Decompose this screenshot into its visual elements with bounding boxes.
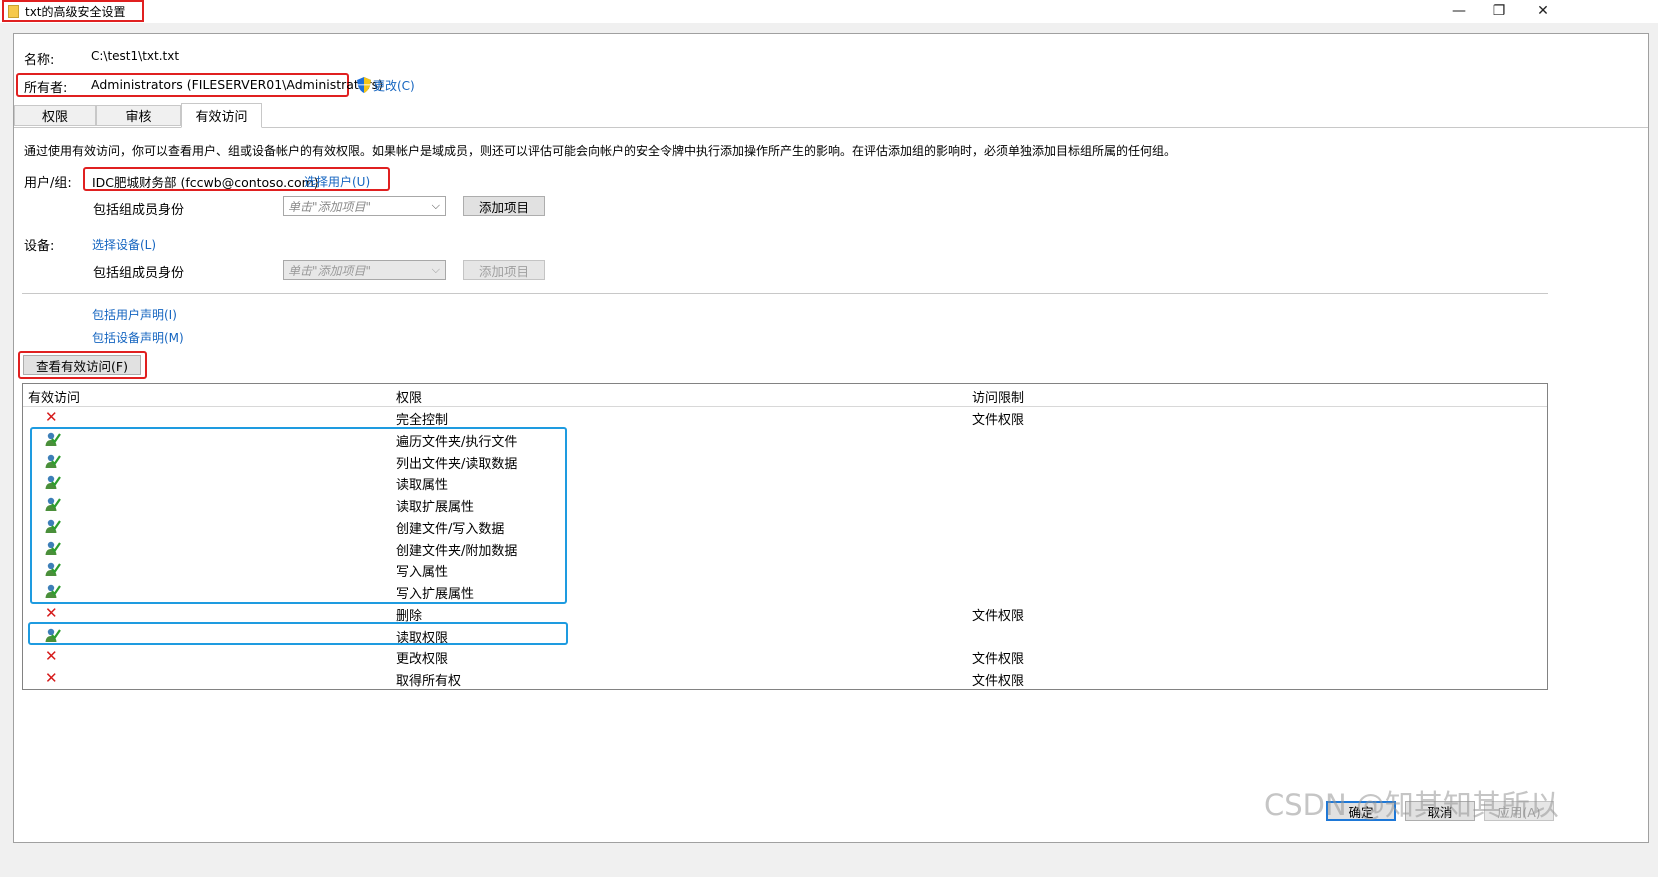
device-group-combo: 单击"添加项目" ⌵ [283, 260, 446, 280]
user-include-group-label: 包括组成员身份 [93, 203, 185, 218]
user-group-value: IDC肥城财务部 (fccwb@contoso.com) [92, 175, 319, 190]
name-label: 名称: [24, 53, 55, 68]
window-title-text: txt的高级安全设置 [25, 4, 126, 19]
permission-cell: 删除 [396, 608, 423, 624]
header-permission[interactable]: 权限 [396, 387, 422, 406]
user-add-item-button[interactable]: 添加项目 [463, 196, 545, 216]
close-button[interactable]: ✕ [1521, 0, 1565, 22]
device-add-item-button: 添加项目 [463, 260, 545, 280]
permission-cell: 取得所有权 [396, 674, 462, 689]
access-limit-cell: 文件权限 [972, 608, 1025, 624]
tab-bar: 权限 审核 有效访问 [14, 103, 1648, 128]
tab-effective-access[interactable]: 有效访问 [181, 103, 262, 128]
minimize-button[interactable]: — [1437, 0, 1481, 22]
folder-icon [8, 4, 19, 18]
watermark: CSDN @知其知其所以 [1264, 788, 1559, 822]
include-device-claim-link[interactable]: 包括设备声明(M) [92, 329, 184, 346]
header-access-limit[interactable]: 访问限制 [972, 387, 1024, 406]
table-row: ✕ 取得所有权 文件权限 [23, 668, 1547, 689]
chevron-down-icon: ⌵ [431, 263, 440, 276]
user-group-label: 用户/组: [24, 176, 72, 191]
red-x-icon: ✕ [45, 669, 58, 687]
permission-cell: 更改权限 [396, 652, 449, 668]
user-combo-placeholder: 单击"添加项目" [288, 199, 372, 214]
owner-label: 所有者: [24, 81, 68, 96]
red-x-icon: ✕ [45, 603, 58, 622]
window-title: txt的高级安全设置 [2, 0, 144, 22]
owner-value: Administrators (FILESERVER01\Administrat… [91, 77, 383, 92]
device-label: 设备: [24, 239, 55, 254]
table-row: ✕ 更改权限 文件权限 [23, 646, 1547, 667]
table-row: ✕ 完全控制 文件权限 [23, 407, 1547, 428]
change-owner-link[interactable]: 更改(C) [373, 77, 415, 94]
header-effective-access[interactable]: 有效访问 [28, 387, 80, 406]
red-x-icon: ✕ [45, 408, 58, 426]
user-group-combo[interactable]: 单击"添加项目" ⌵ [283, 196, 446, 216]
restore-button[interactable]: ❐ [1477, 0, 1521, 22]
read-permission-highlight [28, 622, 568, 645]
name-value: C:\test1\txt.txt [91, 49, 180, 63]
device-combo-placeholder: 单击"添加项目" [288, 263, 372, 278]
tab-auditing[interactable]: 审核 [96, 105, 181, 126]
include-user-claim-link[interactable]: 包括用户声明(I) [92, 306, 177, 323]
select-user-link[interactable]: 选择用户(U) [304, 173, 370, 190]
uac-shield-icon [357, 77, 371, 97]
tab-permissions[interactable]: 权限 [14, 105, 96, 126]
view-effective-access-button[interactable]: 查看有效访问(F) [23, 355, 141, 375]
access-limit-cell: 文件权限 [972, 413, 1025, 428]
description-text: 通过使用有效访问，你可以查看用户、组或设备帐户的有效权限。如果帐户是域成员，则还… [24, 144, 1177, 158]
separator [22, 293, 1548, 294]
chevron-down-icon: ⌵ [431, 199, 440, 212]
allowed-group-highlight [30, 427, 567, 604]
table-row: ✕ 删除 文件权限 [23, 603, 1547, 624]
red-x-icon: ✕ [45, 647, 58, 666]
select-device-link[interactable]: 选择设备(L) [92, 236, 156, 253]
table-header: 有效访问 权限 访问限制 [23, 384, 1547, 407]
access-limit-cell: 文件权限 [972, 652, 1025, 668]
device-include-group-label: 包括组成员身份 [93, 266, 185, 281]
title-bar: txt的高级安全设置 — ❐ ✕ [0, 0, 1658, 23]
permission-cell: 完全控制 [396, 413, 449, 428]
access-limit-cell: 文件权限 [972, 674, 1025, 689]
